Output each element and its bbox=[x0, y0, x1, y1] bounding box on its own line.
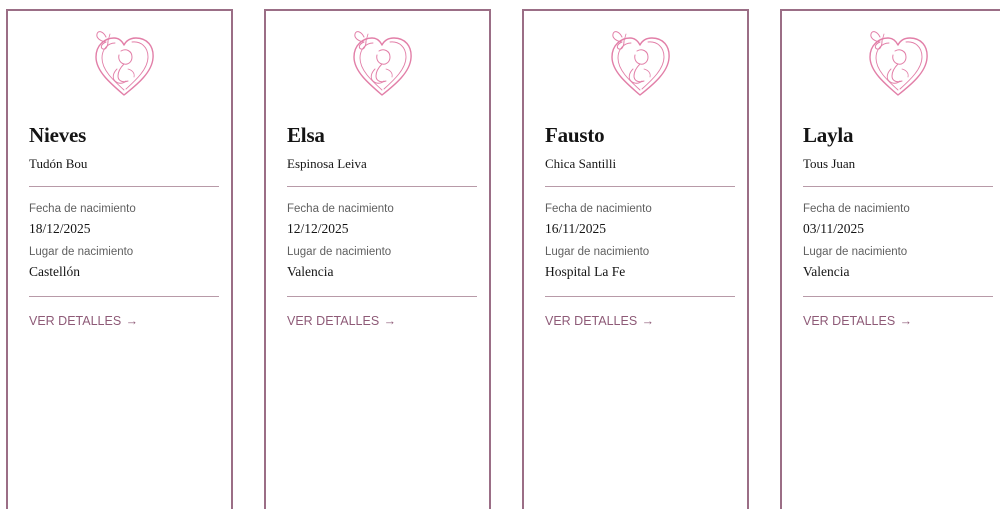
baby-first-name: Elsa bbox=[287, 123, 325, 147]
baby-card: Elsa Espinosa Leiva Fecha de nacimiento … bbox=[264, 9, 491, 509]
divider bbox=[545, 296, 735, 297]
heart-mother-baby-icon bbox=[869, 30, 928, 96]
birth-date-label: Fecha de nacimiento bbox=[29, 203, 136, 215]
divider bbox=[803, 186, 993, 187]
birth-date-value: 03/11/2025 bbox=[803, 221, 865, 236]
birth-place-label: Lugar de nacimiento bbox=[29, 246, 134, 258]
baby-last-name: Tudón Bou bbox=[29, 156, 88, 171]
divider bbox=[287, 186, 477, 187]
view-details-link[interactable]: VER DETALLES → bbox=[803, 314, 912, 328]
birth-date-label: Fecha de nacimiento bbox=[803, 203, 910, 215]
birth-date-value: 12/12/2025 bbox=[287, 221, 349, 236]
baby-card: Nieves Tudón Bou Fecha de nacimiento 18/… bbox=[6, 9, 233, 509]
baby-last-name: Espinosa Leiva bbox=[287, 156, 367, 171]
birth-place-label: Lugar de nacimiento bbox=[545, 246, 650, 258]
heart-mother-baby-icon bbox=[353, 30, 412, 96]
view-details-link[interactable]: VER DETALLES → bbox=[29, 314, 138, 328]
view-details-label: VER DETALLES bbox=[803, 314, 896, 328]
view-details-label: VER DETALLES bbox=[545, 314, 638, 328]
birth-place-value: Hospital La Fe bbox=[545, 264, 626, 279]
birth-date-label: Fecha de nacimiento bbox=[545, 203, 652, 215]
arrow-right-icon: → bbox=[383, 314, 397, 328]
birth-date-value: 16/11/2025 bbox=[545, 221, 607, 236]
birth-place-value: Valencia bbox=[287, 264, 334, 279]
divider bbox=[803, 296, 993, 297]
baby-card: Fausto Chica Santilli Fecha de nacimient… bbox=[522, 9, 749, 509]
arrow-right-icon: → bbox=[899, 314, 913, 328]
baby-first-name: Fausto bbox=[545, 123, 605, 147]
divider bbox=[287, 296, 477, 297]
divider bbox=[29, 296, 219, 297]
baby-last-name: Chica Santilli bbox=[545, 156, 617, 171]
baby-first-name: Layla bbox=[803, 123, 854, 147]
birth-place-label: Lugar de nacimiento bbox=[287, 246, 392, 258]
baby-card: Layla Tous Juan Fecha de nacimiento 03/1… bbox=[780, 9, 1000, 509]
baby-last-name: Tous Juan bbox=[803, 156, 856, 171]
birth-place-value: Castellón bbox=[29, 264, 80, 279]
arrow-right-icon: → bbox=[641, 314, 655, 328]
birth-date-label: Fecha de nacimiento bbox=[287, 203, 394, 215]
birth-place-value: Valencia bbox=[803, 264, 850, 279]
arrow-right-icon: → bbox=[125, 314, 139, 328]
heart-mother-baby-icon bbox=[95, 30, 154, 96]
divider bbox=[29, 186, 219, 187]
view-details-label: VER DETALLES bbox=[287, 314, 380, 328]
view-details-link[interactable]: VER DETALLES → bbox=[287, 314, 396, 328]
heart-mother-baby-icon bbox=[611, 30, 670, 96]
birth-date-value: 18/12/2025 bbox=[29, 221, 91, 236]
divider bbox=[545, 186, 735, 187]
baby-first-name: Nieves bbox=[29, 123, 87, 147]
birth-place-label: Lugar de nacimiento bbox=[803, 246, 908, 258]
view-details-link[interactable]: VER DETALLES → bbox=[545, 314, 654, 328]
view-details-label: VER DETALLES bbox=[29, 314, 122, 328]
